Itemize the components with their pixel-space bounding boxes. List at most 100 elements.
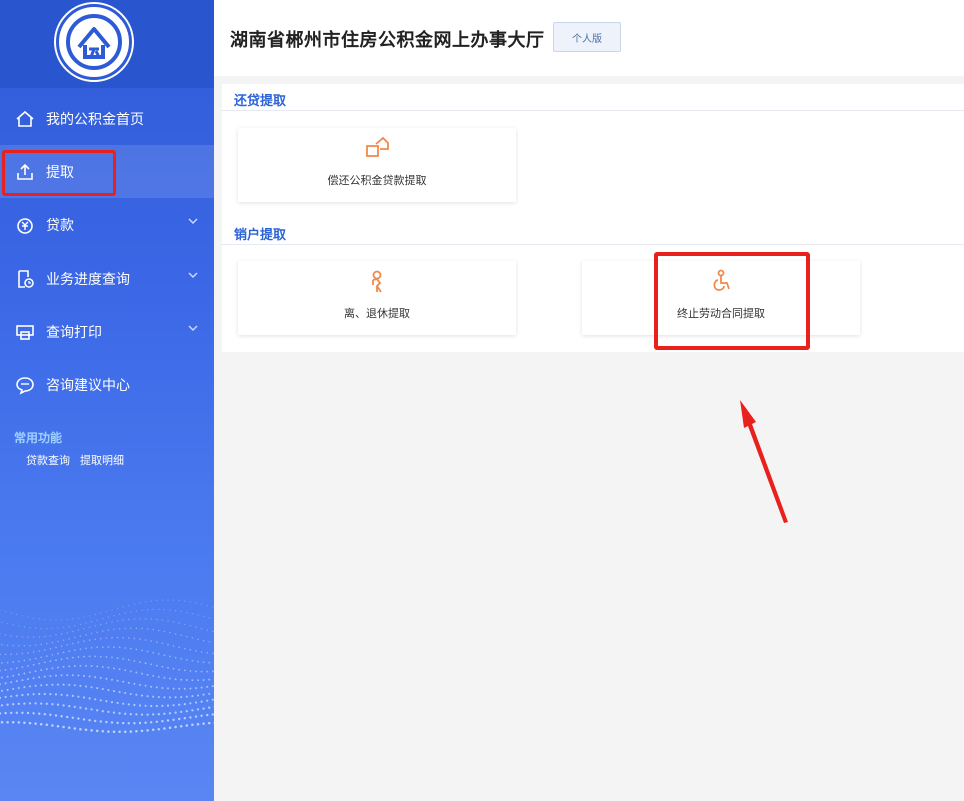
decorative-dot — [200, 651, 203, 653]
version-button[interactable]: 个人版 — [553, 22, 621, 52]
decorative-dot — [167, 643, 169, 646]
decorative-dot — [189, 687, 192, 690]
decorative-dot — [21, 652, 24, 655]
card-label: 终止劳动合同提取 — [677, 307, 765, 320]
common-link-loan-query[interactable]: 贷款查询 — [26, 452, 70, 468]
decorative-dot — [206, 713, 209, 717]
decorative-dot — [122, 636, 124, 639]
decorative-dot — [94, 655, 97, 658]
decorative-dot — [155, 686, 158, 689]
decorative-dot — [111, 636, 113, 639]
decorative-dot — [169, 631, 171, 634]
decorative-dot — [150, 618, 152, 620]
decorative-dot — [83, 674, 85, 677]
decorative-dot — [157, 675, 160, 678]
decorative-dot — [185, 679, 188, 681]
decorative-dot — [151, 728, 155, 732]
decorative-dot — [105, 637, 108, 639]
decorative-dot — [51, 703, 54, 706]
decorative-dot — [1, 676, 3, 679]
decorative-dot — [197, 679, 199, 682]
decorative-dot — [107, 629, 110, 631]
decorative-dot — [206, 670, 209, 673]
decorative-dot — [4, 634, 7, 636]
decorative-dot — [163, 696, 166, 699]
decorative-dot — [174, 656, 177, 659]
decorative-dot — [38, 662, 41, 665]
decorative-dot — [178, 703, 181, 706]
decorative-dot — [1, 621, 3, 623]
decorative-dot — [128, 637, 130, 639]
decorative-dot — [116, 657, 119, 659]
decorative-dot — [55, 634, 57, 636]
decorative-dot — [161, 599, 163, 601]
decorative-dot — [118, 668, 121, 671]
decorative-dot — [17, 673, 20, 676]
sidebar-item-home[interactable]: 我的公积金首页 — [0, 92, 214, 145]
card-retirement-withdraw[interactable]: 离、退休提取 — [238, 261, 516, 335]
decorative-dot — [79, 706, 82, 709]
sidebar-item-progress[interactable]: 业务进度查询 — [0, 252, 214, 305]
home-icon — [14, 108, 36, 130]
decorative-dot — [157, 653, 160, 655]
decorative-dot — [139, 661, 141, 663]
decorative-dot — [146, 695, 149, 698]
sidebar-item-loan[interactable]: 贷款 — [0, 198, 214, 251]
decorative-dot — [124, 669, 127, 672]
sidebar-item-consult[interactable]: 咨询建议中心 — [0, 358, 214, 411]
decorative-dot — [96, 709, 99, 712]
decorative-dot — [152, 713, 155, 716]
decorative-dot — [60, 658, 63, 661]
logo-icon[interactable] — [56, 4, 132, 80]
decorative-dot — [174, 696, 177, 699]
card-terminate-contract-withdraw[interactable]: 终止劳动合同提取 — [582, 261, 860, 335]
decorative-dot — [105, 677, 108, 680]
card-loan-repay-withdraw[interactable]: 偿还公积金贷款提取 — [238, 128, 516, 202]
decorative-dot — [61, 619, 63, 621]
decorative-dot — [118, 691, 121, 694]
decorative-dot — [127, 722, 130, 725]
decorative-dot — [90, 729, 93, 732]
decorative-dot — [66, 618, 68, 621]
decorative-dot — [116, 721, 119, 725]
decorative-dot — [124, 627, 126, 630]
decorative-dot — [180, 610, 182, 613]
section-title-close-account: 销户提取 — [234, 228, 287, 243]
decorative-dot — [180, 696, 183, 699]
decorative-dot — [167, 599, 169, 601]
chevron-down-icon — [188, 272, 198, 278]
decorative-dot — [191, 637, 194, 639]
decorative-dot-wave — [0, 599, 214, 734]
decorative-dot — [200, 686, 203, 689]
decorative-dot — [1, 662, 3, 664]
decorative-dot — [29, 644, 31, 647]
decorative-dot — [133, 603, 135, 605]
decorative-dot — [185, 658, 188, 661]
decorative-dot — [99, 676, 102, 679]
decorative-dot — [122, 680, 125, 683]
decorative-dot — [122, 658, 125, 660]
decorative-dot — [169, 677, 171, 680]
decorative-dot — [178, 599, 180, 602]
common-link-withdraw-detail[interactable]: 提取明细 — [80, 452, 124, 468]
decorative-dot — [40, 656, 43, 659]
decorative-dot — [83, 628, 85, 630]
decorative-dot — [118, 628, 121, 630]
sidebar-item-print[interactable]: 查询打印 — [0, 305, 214, 358]
decorative-dot — [55, 659, 57, 662]
decorative-dot — [113, 615, 115, 617]
decorative-dot — [200, 700, 203, 703]
decorative-dot — [200, 714, 203, 717]
decorative-dot — [26, 693, 30, 696]
decorative-dot — [77, 629, 80, 631]
decorative-dot — [130, 611, 132, 613]
common-functions-links: 贷款查询 提取明细 — [26, 452, 124, 468]
decorative-dot — [34, 644, 37, 646]
decorative-dot — [113, 667, 115, 670]
decorative-dot — [6, 644, 9, 646]
decorative-dot — [102, 618, 104, 620]
decorative-dot — [33, 617, 35, 619]
decorative-dot — [173, 599, 175, 601]
decorative-dot — [85, 647, 87, 650]
decorative-dot — [23, 644, 26, 647]
